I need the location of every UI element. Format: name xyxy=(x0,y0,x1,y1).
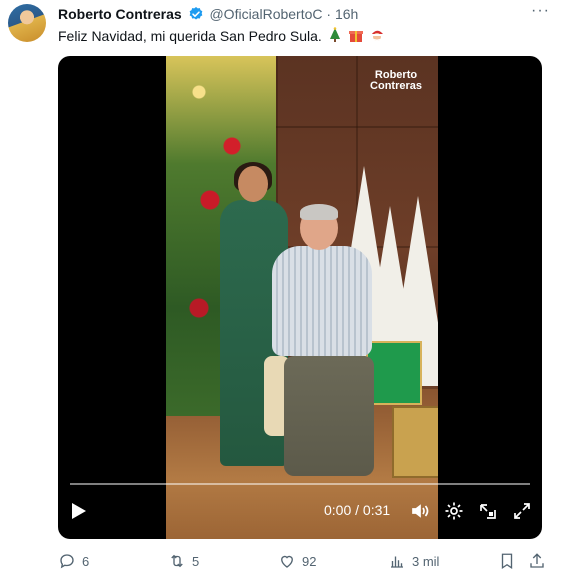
reply-count: 6 xyxy=(82,553,90,569)
post-text-content: Feliz Navidad, mi querida San Pedro Sula… xyxy=(58,28,322,44)
christmas-tree-icon xyxy=(328,27,342,46)
man-figure xyxy=(266,204,386,496)
author-name[interactable]: Roberto Contreras xyxy=(58,6,182,22)
author-handle[interactable]: @OficialRobertoC xyxy=(209,6,322,22)
post-time[interactable]: 16h xyxy=(335,6,358,22)
post-header: Roberto Contreras @OficialRobertoC · 16h xyxy=(58,6,532,24)
verified-badge-icon xyxy=(188,6,204,25)
separator-dot: · xyxy=(326,6,332,22)
repost-button[interactable]: 5 xyxy=(168,552,199,570)
video-frame[interactable]: Roberto Contreras xyxy=(166,56,438,539)
share-icon xyxy=(528,552,546,570)
bookmark-button[interactable] xyxy=(498,552,516,570)
repost-count: 5 xyxy=(192,553,200,569)
post-actions: 6 5 92 3 mil xyxy=(58,548,558,576)
video-controls: 0:00 / 0:31 xyxy=(58,483,542,539)
gift-box xyxy=(392,406,438,478)
views-button[interactable]: 3 mil xyxy=(388,552,439,570)
santa-icon xyxy=(369,27,385,46)
video-player[interactable]: Roberto Contreras 0:00 / 0:31 xyxy=(58,56,542,539)
volume-icon[interactable] xyxy=(410,501,430,526)
like-count: 92 xyxy=(302,553,317,569)
more-options-icon[interactable]: ··· xyxy=(531,2,550,20)
reply-button[interactable]: 6 xyxy=(58,552,89,570)
picture-in-picture-icon[interactable] xyxy=(478,501,498,526)
heart-icon xyxy=(278,552,296,570)
settings-gear-icon[interactable] xyxy=(444,501,464,526)
gift-icon xyxy=(348,27,364,46)
avatar[interactable] xyxy=(8,4,46,42)
bookmark-icon xyxy=(498,552,516,570)
views-count: 3 mil xyxy=(412,553,440,569)
progress-bar[interactable] xyxy=(70,483,530,485)
bar-chart-icon xyxy=(388,552,406,570)
play-icon[interactable] xyxy=(70,501,88,526)
fullscreen-icon[interactable] xyxy=(512,501,532,526)
post-text: Feliz Navidad, mi querida San Pedro Sula… xyxy=(58,27,385,46)
reply-icon xyxy=(58,552,76,570)
video-watermark-logo: Roberto Contreras xyxy=(370,69,422,92)
video-time: 0:00 / 0:31 xyxy=(324,502,391,518)
like-button[interactable]: 92 xyxy=(278,552,316,570)
repost-icon xyxy=(168,552,186,570)
share-button[interactable] xyxy=(528,552,546,570)
